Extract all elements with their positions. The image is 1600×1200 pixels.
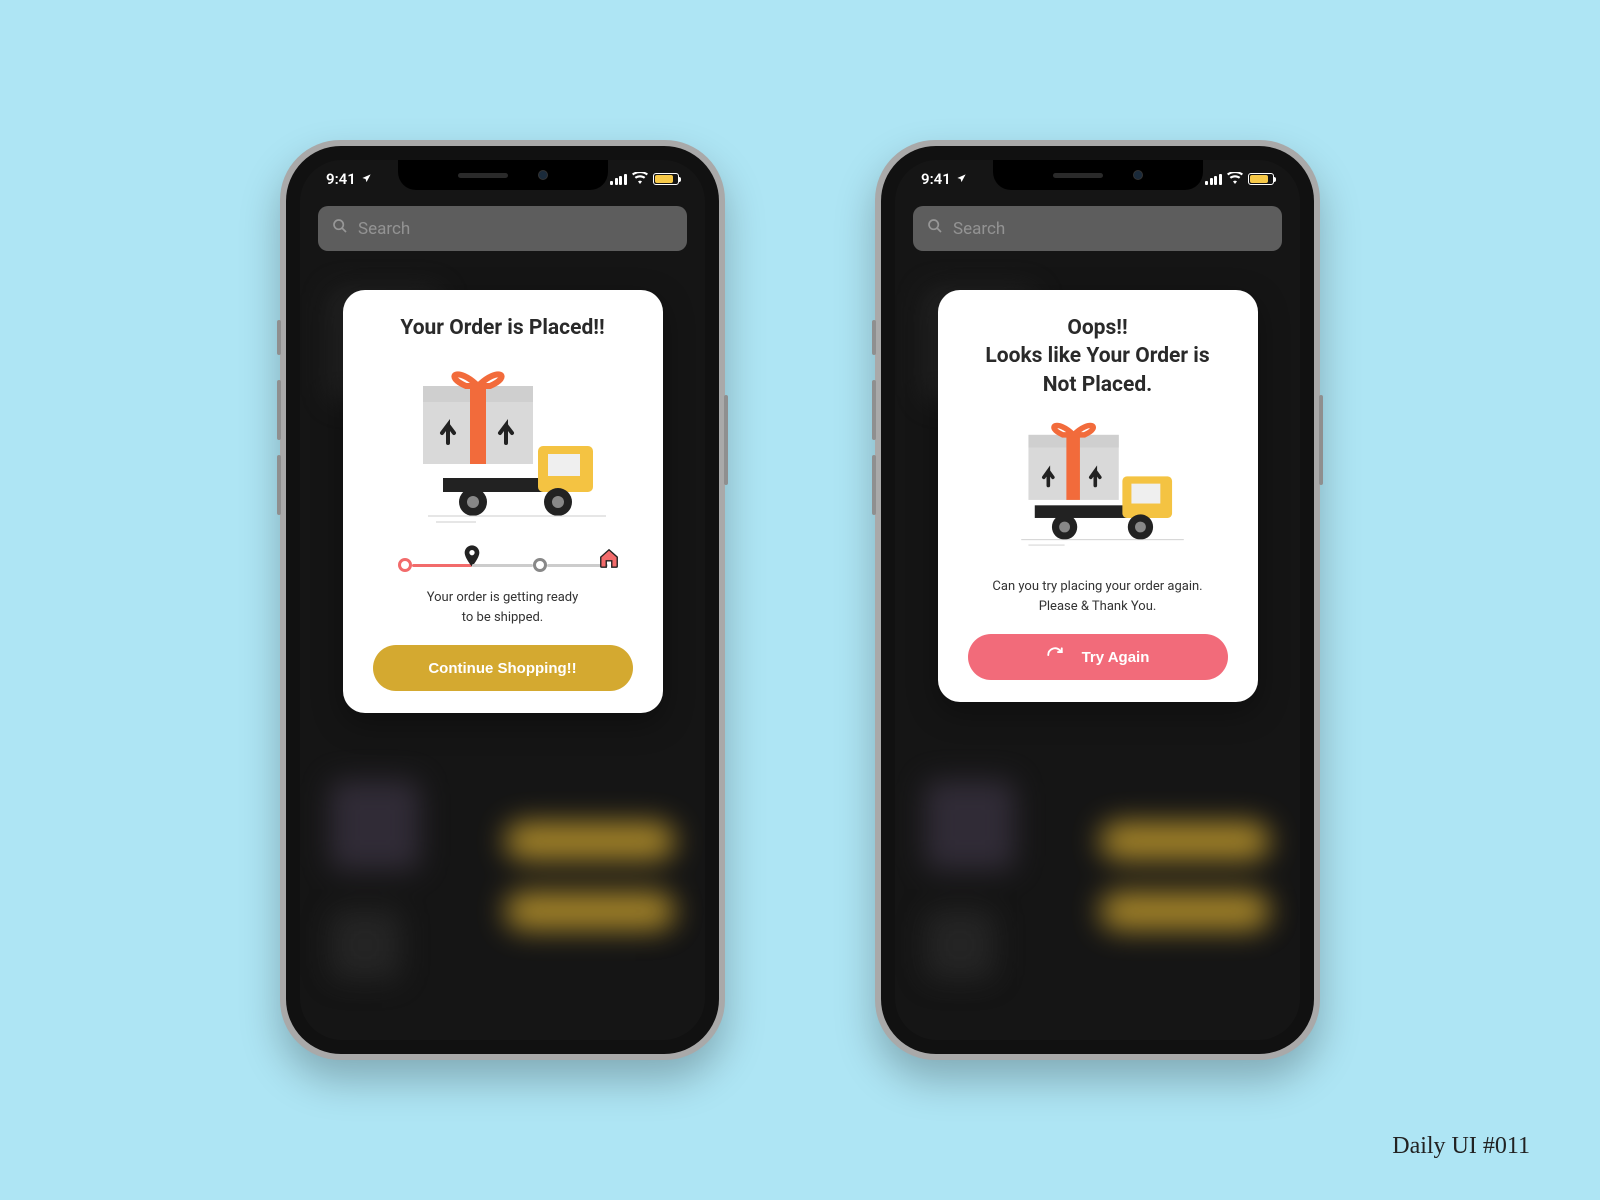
battery-icon [653, 173, 679, 185]
artboard-caption: Daily UI #011 [1392, 1133, 1530, 1160]
modal-subtext: Can you try placing your order again. Pl… [992, 577, 1202, 616]
modal-subtext: Your order is getting ready to be shippe… [427, 588, 579, 627]
cellular-signal-icon [1205, 174, 1222, 185]
artboard: 9:41 [0, 0, 1600, 1200]
continue-shopping-button[interactable]: Continue Shopping!! [373, 645, 633, 691]
order-success-modal: Your Order is Placed!! [343, 290, 663, 713]
try-again-button[interactable]: Try Again [968, 634, 1228, 680]
phone-screen: 9:41 [300, 160, 705, 1040]
modal-title: Oops!! Looks like Your Order is Not Plac… [985, 314, 1209, 399]
progress-step-start [398, 558, 412, 572]
modal-title: Your Order is Placed!! [400, 314, 604, 342]
location-arrow-icon [956, 170, 967, 188]
status-time: 9:41 [921, 170, 951, 188]
phone-notch [993, 160, 1203, 190]
phone-mockup-error: 9:41 [875, 140, 1320, 1060]
phone-side-button [1319, 395, 1323, 485]
battery-icon [1248, 173, 1274, 185]
order-error-modal: Oops!! Looks like Your Order is Not Plac… [938, 290, 1258, 702]
phone-side-button [872, 455, 876, 515]
phone-side-button [277, 320, 281, 355]
location-arrow-icon [361, 170, 372, 188]
phone-side-button [872, 380, 876, 440]
phone-notch [398, 160, 608, 190]
phone-side-button [724, 395, 728, 485]
progress-step-mid [533, 558, 547, 572]
refresh-icon [1046, 646, 1064, 668]
cellular-signal-icon [610, 174, 627, 185]
wifi-icon [1227, 170, 1243, 188]
shipping-progress-tracker [398, 558, 608, 572]
phone-side-button [872, 320, 876, 355]
gift-truck-illustration [388, 358, 618, 532]
phone-mockup-success: 9:41 [280, 140, 725, 1060]
phone-screen: 9:41 [895, 160, 1300, 1040]
wifi-icon [632, 170, 648, 188]
phone-side-button [277, 380, 281, 440]
status-time: 9:41 [326, 170, 356, 188]
phone-side-button [277, 455, 281, 515]
gift-truck-illustration [993, 415, 1203, 559]
